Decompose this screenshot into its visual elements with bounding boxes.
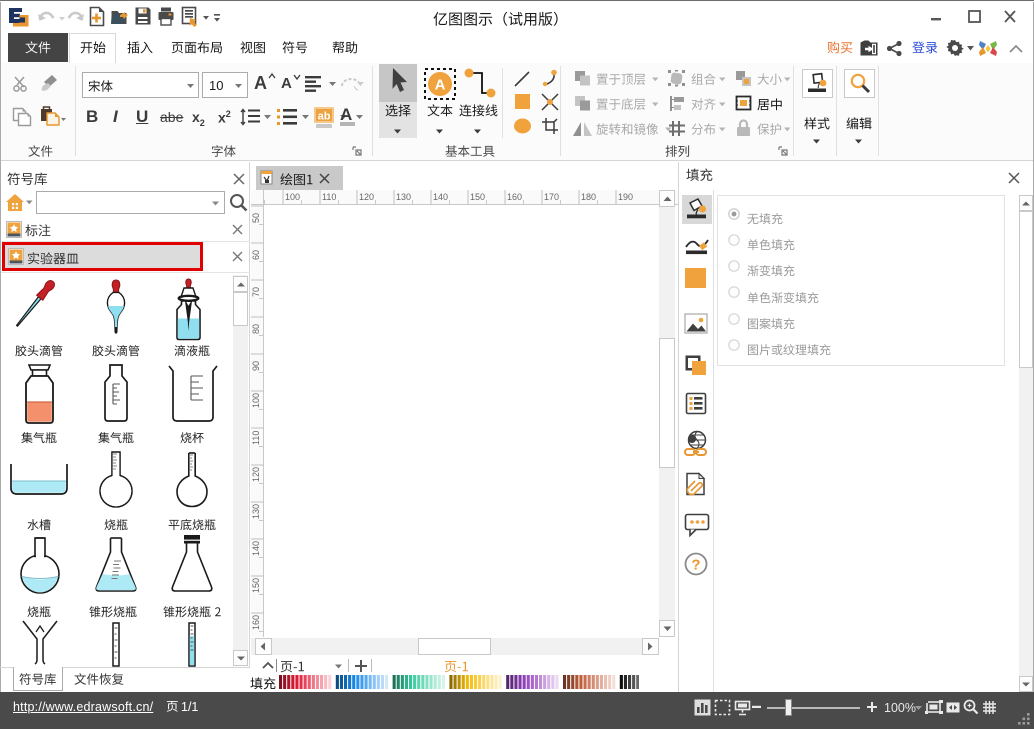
svg-text:ab: ab	[318, 111, 331, 123]
svg-text:?: ?	[691, 557, 700, 574]
svg-text:A: A	[435, 77, 446, 94]
